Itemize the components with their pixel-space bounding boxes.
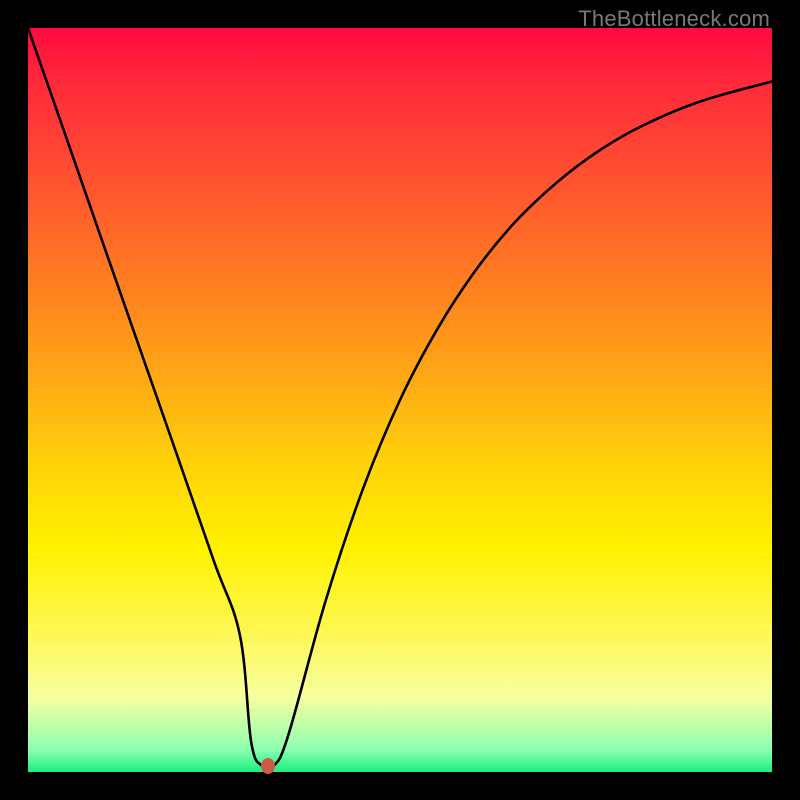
plot-area — [28, 28, 772, 772]
curve-svg — [28, 28, 772, 772]
optimum-marker — [261, 758, 275, 774]
chart-frame: TheBottleneck.com — [0, 0, 800, 800]
bottleneck-curve — [28, 28, 772, 770]
